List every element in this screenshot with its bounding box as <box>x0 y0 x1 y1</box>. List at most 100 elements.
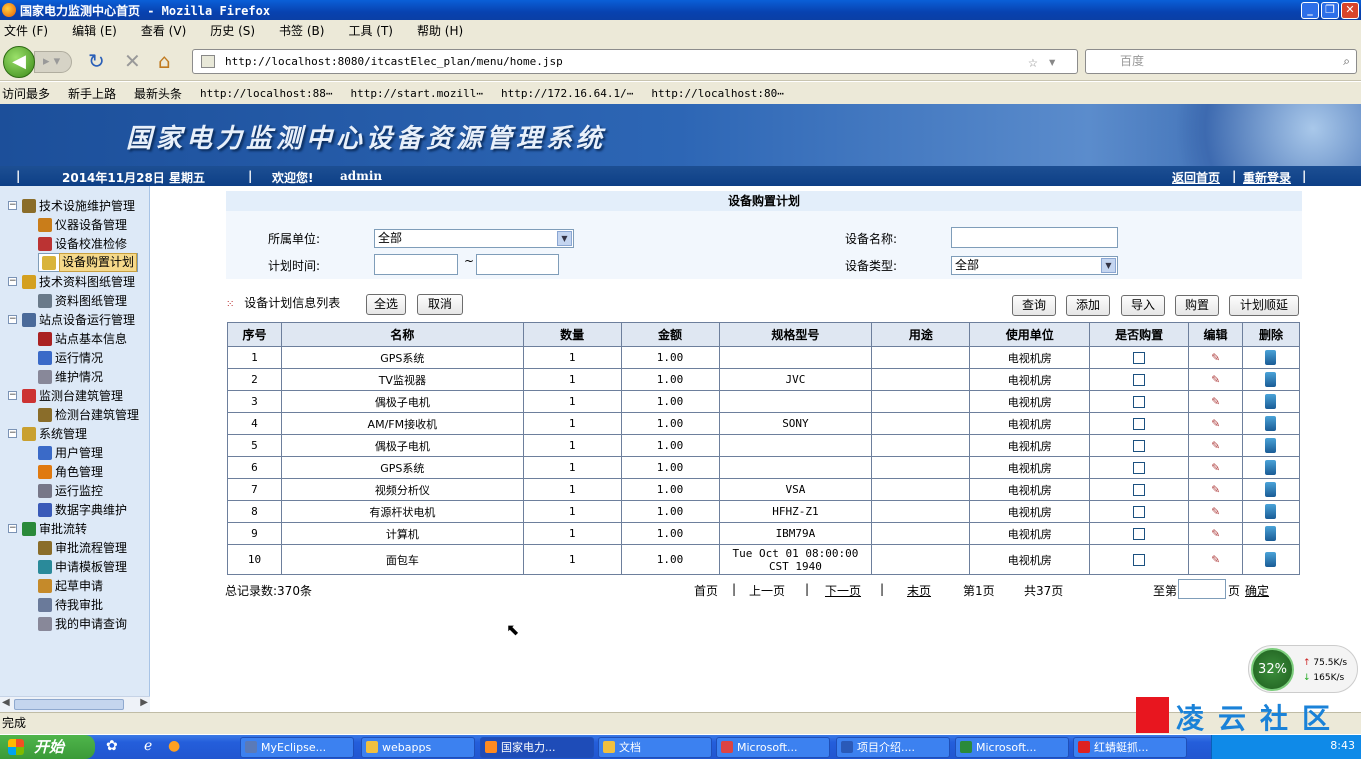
sidebar-item[interactable]: 申请模板管理 <box>38 557 127 576</box>
postpone-button[interactable]: 计划顺延 <box>1229 295 1299 316</box>
start-button[interactable]: 开始 <box>0 735 95 759</box>
import-button[interactable]: 导入 <box>1121 295 1165 316</box>
sidebar-item[interactable]: − 审批流转 <box>8 519 87 538</box>
forward-button[interactable]: ▸ ▾ <box>34 51 72 73</box>
bookmark-localhost-80[interactable]: http://localhost:80⋯ <box>651 87 783 100</box>
sidebar-item[interactable]: − 技术设施维护管理 <box>8 196 135 215</box>
trash-icon[interactable] <box>1265 482 1277 497</box>
purchased-checkbox[interactable] <box>1133 506 1146 518</box>
sidebar-item[interactable]: 检测台建筑管理 <box>38 405 139 424</box>
sidebar-item[interactable]: 维护情况 <box>38 367 103 386</box>
sidebar-item[interactable]: 审批流程管理 <box>38 538 127 557</box>
reload-icon[interactable]: ↻ <box>88 49 105 73</box>
edit-icon[interactable]: ✎ <box>1212 350 1220 365</box>
sidebar-item[interactable]: 数据字典维护 <box>38 500 127 519</box>
trash-icon[interactable] <box>1265 350 1277 365</box>
menu-view[interactable]: 查看 (V) <box>141 22 186 39</box>
collapse-toggle-icon[interactable]: − <box>8 429 17 438</box>
purchased-checkbox[interactable] <box>1133 374 1146 386</box>
taskbar-button[interactable]: webapps <box>361 737 475 758</box>
sidebar-item[interactable]: 设备校准检修 <box>38 234 127 253</box>
add-button[interactable]: 添加 <box>1066 295 1110 316</box>
bookmark-star-icon[interactable]: ☆ ▾ <box>1028 50 1057 73</box>
edit-icon[interactable]: ✎ <box>1212 372 1220 387</box>
goto-page-input[interactable] <box>1178 579 1226 599</box>
sidebar-item[interactable]: − 监测台建筑管理 <box>8 386 123 405</box>
menu-file[interactable]: 文件 (F) <box>4 22 48 39</box>
trash-icon[interactable] <box>1265 552 1277 567</box>
query-button[interactable]: 查询 <box>1012 295 1056 316</box>
sidebar-item[interactable]: 资料图纸管理 <box>38 291 127 310</box>
collapse-toggle-icon[interactable]: − <box>8 201 17 210</box>
sidebar-scrollbar[interactable]: ◀ ▶ <box>0 696 150 712</box>
purchased-checkbox[interactable] <box>1133 484 1146 496</box>
sidebar-item[interactable]: − 站点设备运行管理 <box>8 310 135 329</box>
search-input[interactable]: 百度 ⌕ <box>1085 49 1357 74</box>
bookmark-latest-headlines[interactable]: 最新头条 <box>134 85 182 102</box>
firefox-quick-icon[interactable]: ● <box>168 738 180 754</box>
edit-icon[interactable]: ✎ <box>1212 482 1220 497</box>
quicklaunch-icon[interactable]: ✿ <box>106 738 118 754</box>
edit-icon[interactable]: ✎ <box>1212 526 1220 541</box>
purchased-checkbox[interactable] <box>1133 418 1146 430</box>
taskbar-button[interactable]: 红蜻蜓抓... <box>1073 737 1187 758</box>
trash-icon[interactable] <box>1265 526 1277 541</box>
unit-select[interactable]: 全部 ▼ <box>374 229 574 248</box>
sidebar-item[interactable]: 站点基本信息 <box>38 329 127 348</box>
bookmark-getting-started[interactable]: 新手上路 <box>68 85 116 102</box>
edit-icon[interactable]: ✎ <box>1212 438 1220 453</box>
scroll-right-arrow[interactable]: ▶ <box>140 697 148 708</box>
first-page-link[interactable]: 首页 <box>694 582 718 599</box>
sidebar-item[interactable]: − 系统管理 <box>8 424 87 443</box>
device-name-input[interactable] <box>951 227 1118 248</box>
bookmark-172[interactable]: http://172.16.64.1/⋯ <box>501 87 633 100</box>
menu-tools[interactable]: 工具 (T) <box>348 22 393 39</box>
plan-time-start-input[interactable] <box>374 254 458 275</box>
menu-edit[interactable]: 编辑 (E) <box>72 22 117 39</box>
select-all-button[interactable]: 全选 <box>366 294 406 315</box>
device-type-select[interactable]: 全部 ▼ <box>951 256 1118 275</box>
bookmark-start-mozilla[interactable]: http://start.mozill⋯ <box>351 87 483 100</box>
relogin-link[interactable]: 重新登录 <box>1243 169 1291 186</box>
purchased-checkbox[interactable] <box>1133 396 1146 408</box>
collapse-toggle-icon[interactable]: − <box>8 524 17 533</box>
bookmark-localhost-88[interactable]: http://localhost:88⋯ <box>200 87 332 100</box>
home-icon[interactable]: ⌂ <box>158 49 171 73</box>
stop-icon[interactable]: ✕ <box>124 49 141 73</box>
sidebar-item[interactable]: 运行情况 <box>38 348 103 367</box>
purchased-checkbox[interactable] <box>1133 352 1146 364</box>
search-icon[interactable]: ⌕ <box>1343 50 1350 73</box>
edit-icon[interactable]: ✎ <box>1212 552 1220 567</box>
url-bar[interactable]: http://localhost:8080/itcastElec_plan/me… <box>192 49 1078 74</box>
ie-icon[interactable]: ℯ <box>144 738 152 754</box>
scroll-thumb[interactable] <box>14 699 124 710</box>
taskbar-button[interactable]: Microsoft... <box>716 737 830 758</box>
next-page-link[interactable]: 下一页 <box>825 582 861 599</box>
edit-icon[interactable]: ✎ <box>1212 460 1220 475</box>
bookmark-most-visited[interactable]: 访问最多 <box>2 85 50 102</box>
purchased-checkbox[interactable] <box>1133 440 1146 452</box>
purchase-button[interactable]: 购置 <box>1175 295 1219 316</box>
minimize-button[interactable]: _ <box>1301 1 1319 19</box>
sidebar-item[interactable]: 运行监控 <box>38 481 103 500</box>
menu-history[interactable]: 历史 (S) <box>210 22 255 39</box>
trash-icon[interactable] <box>1265 416 1277 431</box>
edit-icon[interactable]: ✎ <box>1212 504 1220 519</box>
trash-icon[interactable] <box>1265 460 1277 475</box>
taskbar-button[interactable]: 文档 <box>598 737 712 758</box>
scroll-left-arrow[interactable]: ◀ <box>2 697 10 708</box>
sidebar-item[interactable]: − 技术资料图纸管理 <box>8 272 135 291</box>
trash-icon[interactable] <box>1265 438 1277 453</box>
sidebar-item[interactable]: 待我审批 <box>38 595 103 614</box>
prev-page-link[interactable]: 上一页 <box>749 582 785 599</box>
sidebar-item[interactable]: 角色管理 <box>38 462 103 481</box>
sidebar-item[interactable]: 设备购置计划 <box>38 253 139 272</box>
collapse-toggle-icon[interactable]: − <box>8 391 17 400</box>
maximize-button[interactable]: ❐ <box>1321 1 1339 19</box>
taskbar-button[interactable]: Microsoft... <box>955 737 1069 758</box>
taskbar-button[interactable]: MyEclipse... <box>240 737 354 758</box>
menu-bookmarks[interactable]: 书签 (B) <box>279 22 324 39</box>
goto-confirm-link[interactable]: 确定 <box>1245 582 1269 599</box>
edit-icon[interactable]: ✎ <box>1212 416 1220 431</box>
edit-icon[interactable]: ✎ <box>1212 394 1220 409</box>
